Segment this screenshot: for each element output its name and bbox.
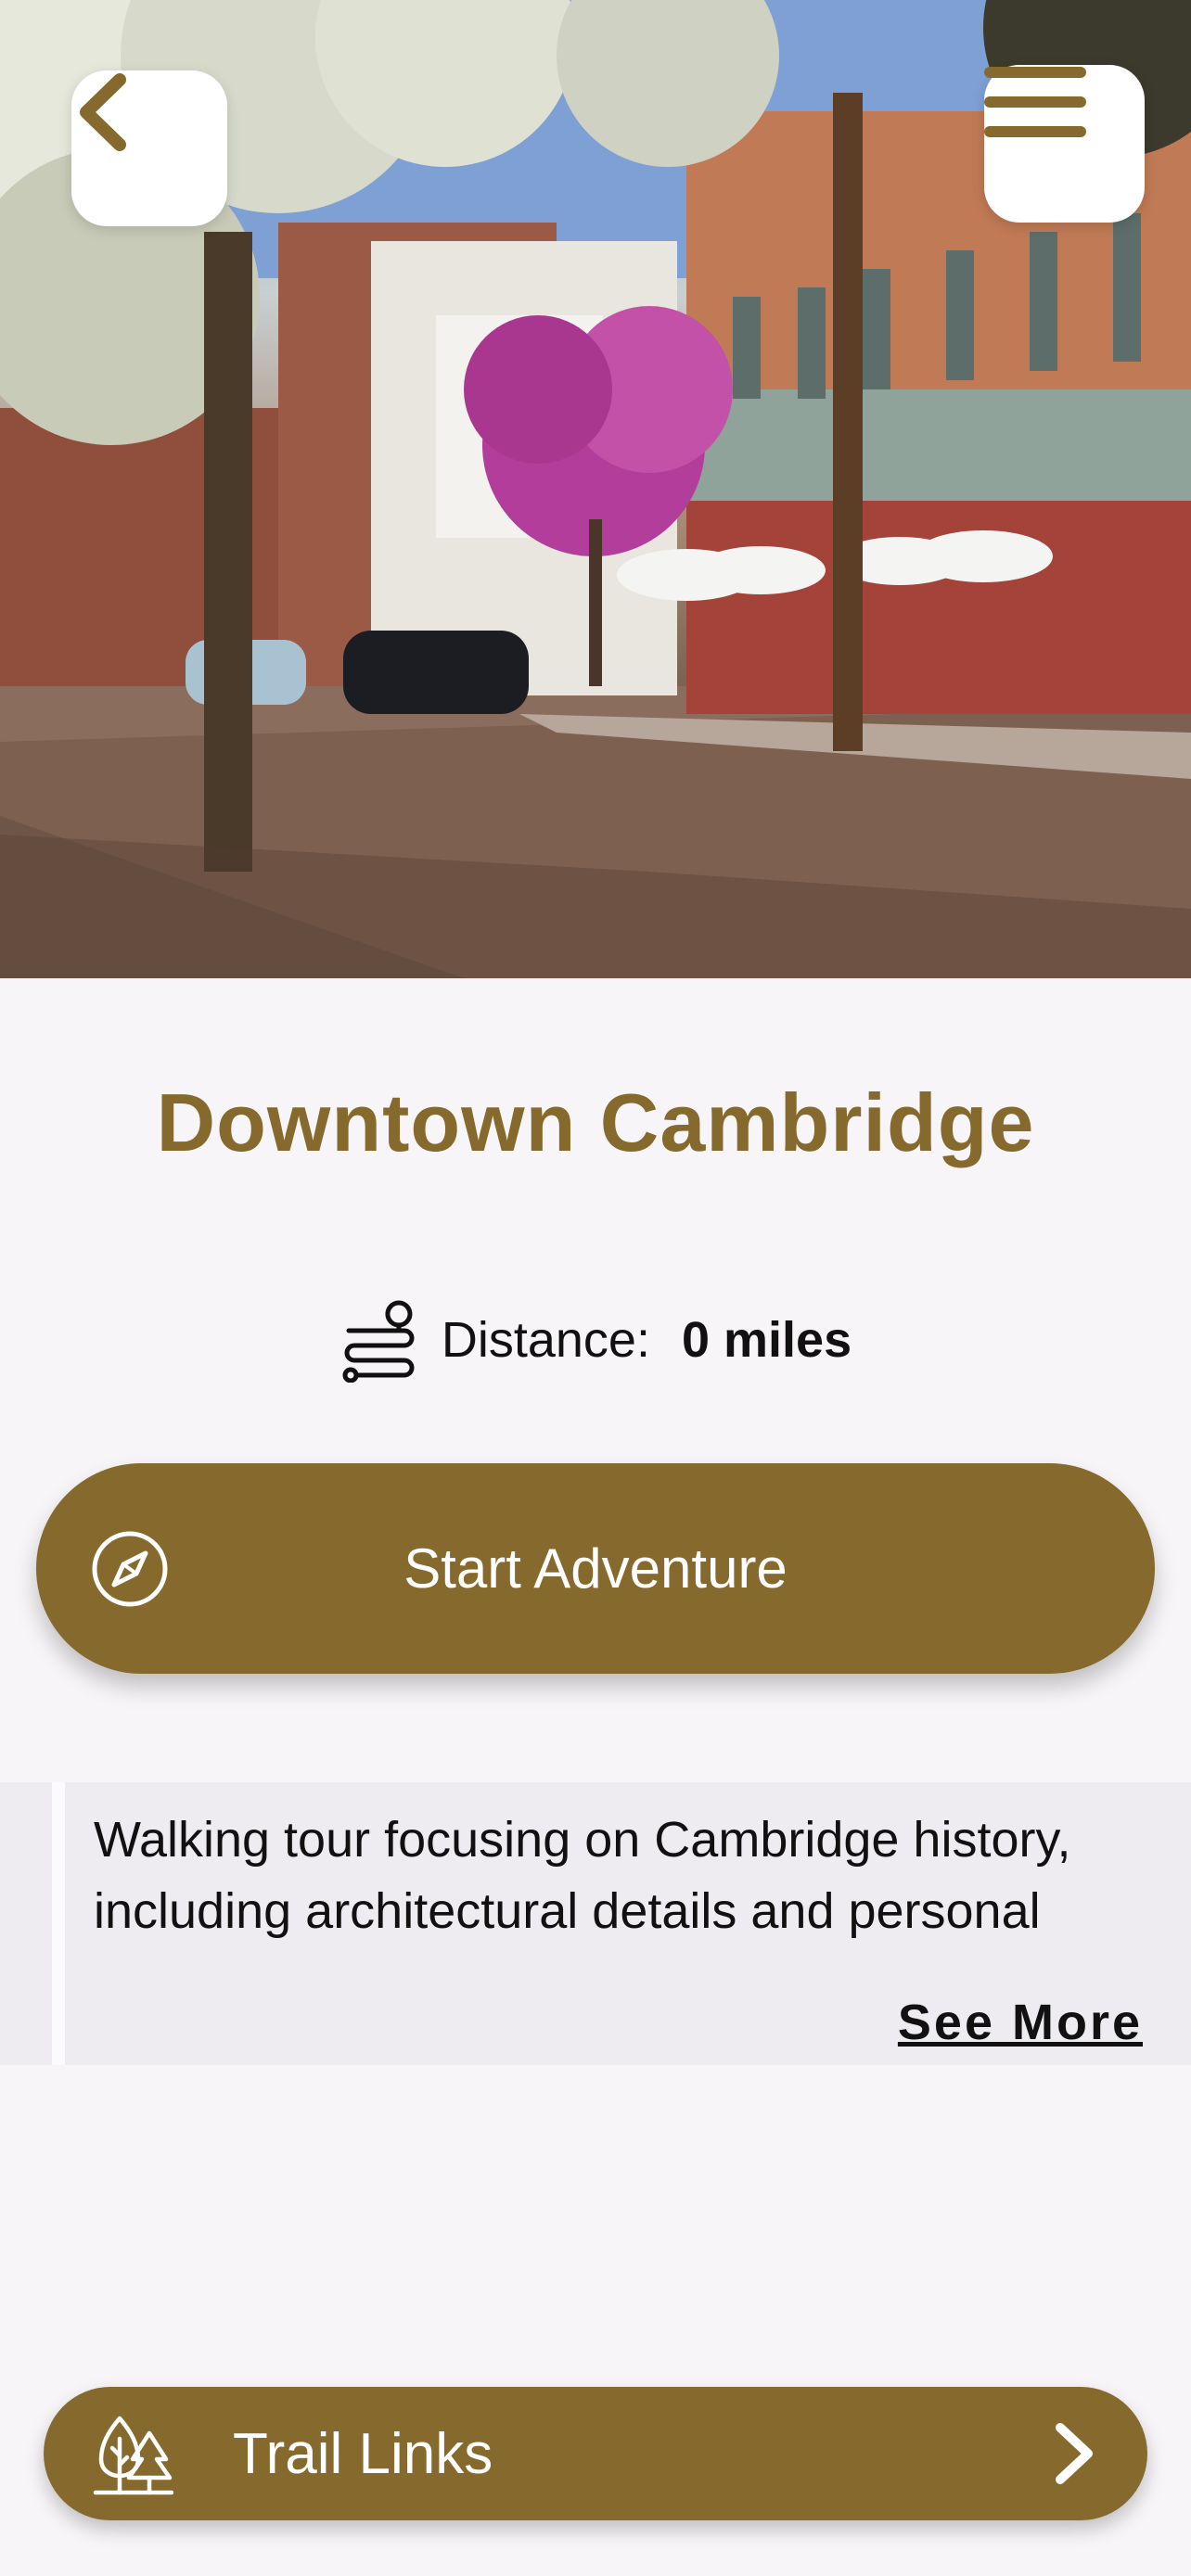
start-adventure-label: Start Adventure — [403, 1537, 788, 1600]
hamburger-menu-icon — [984, 67, 1086, 137]
start-adventure-button[interactable]: Start Adventure — [36, 1463, 1155, 1674]
menu-button[interactable] — [984, 65, 1145, 223]
see-more-link[interactable]: See More — [898, 1994, 1143, 2051]
distance-label: Distance: — [441, 1312, 650, 1368]
back-button[interactable] — [71, 70, 227, 226]
page-title: Downtown Cambridge — [156, 1077, 1035, 1168]
trail-links-button[interactable]: Trail Links — [44, 2387, 1147, 2520]
trail-links-label: Trail Links — [233, 2421, 493, 2486]
distance-value: 0 miles — [681, 1312, 852, 1368]
chevron-left-icon — [80, 73, 126, 151]
hero-photo — [0, 0, 1191, 978]
route-icon — [342, 1300, 415, 1383]
description-panel: Walking tour focusing on Cambridge histo… — [0, 1782, 1191, 2065]
distance-info: Distance: 0 miles — [0, 1294, 1191, 1386]
description-text: Walking tour focusing on Cambridge histo… — [94, 1812, 1071, 1939]
chevron-right-icon — [1056, 2423, 1093, 2484]
description-accent-bar — [52, 1782, 65, 2065]
trees-icon — [93, 2416, 173, 2495]
